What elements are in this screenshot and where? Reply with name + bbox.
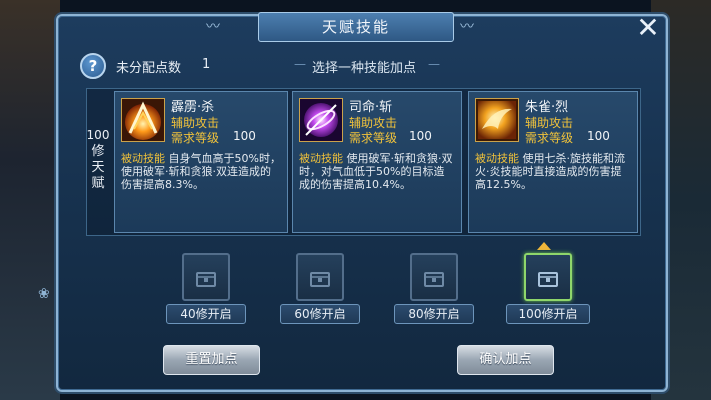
unlock-requirement-40: 40修开启 xyxy=(166,304,246,324)
points-info-row: ? 未分配点数 1 — 选择一种技能加点 — xyxy=(80,53,640,79)
unassigned-points-label: 未分配点数 xyxy=(116,61,182,76)
skill-description: 被动技能 使用破军·斩和贪狼·双时，对气血低于50%的目标造成的伤害提高10.4… xyxy=(299,152,455,191)
phoenix-icon xyxy=(475,98,519,142)
locked-slot-60[interactable] xyxy=(296,253,344,301)
lock-icon xyxy=(196,272,216,287)
title-ornament-left: 〰 xyxy=(206,19,220,35)
reset-points-button[interactable]: 重置加点 xyxy=(163,345,260,375)
skill-card-3[interactable]: 朱雀·烈 辅助攻击 需求等级 100 被动技能 使用七杀·旋技能和流火·炎技能时… xyxy=(468,91,638,233)
unlock-requirement-80: 80修开启 xyxy=(394,304,474,324)
selected-slot-arrow-icon xyxy=(537,242,551,250)
lock-icon xyxy=(538,272,558,287)
skill-req-value: 100 xyxy=(233,129,256,143)
unlock-requirement-100: 100修开启 xyxy=(506,304,590,324)
skill-card-2[interactable]: 司命·斩 辅助攻击 需求等级 100 被动技能 使用破军·斩和贪狼·双时，对气血… xyxy=(292,91,462,233)
close-button[interactable]: ✕ xyxy=(633,14,663,44)
fire-slash-icon xyxy=(121,98,165,142)
skill-req-value: 100 xyxy=(409,129,432,143)
unassigned-points-value: 1 xyxy=(202,57,211,72)
close-icon: ✕ xyxy=(636,11,660,44)
help-icon[interactable]: ? xyxy=(80,53,106,79)
hint-ornament-right: — xyxy=(428,57,440,71)
tier-number: 100 xyxy=(86,128,110,142)
tier-label: 100 修天赋 xyxy=(86,88,110,236)
title-ornament-right: 〰 xyxy=(460,19,474,35)
skill-req-label: 需求等级 xyxy=(349,131,398,145)
lock-icon xyxy=(424,272,444,287)
skill-req-value: 100 xyxy=(587,129,610,143)
skill-description: 被动技能 使用七杀·旋技能和流火·炎技能时直接造成的伤害提高12.5%。 xyxy=(475,152,631,191)
locked-slot-40[interactable] xyxy=(182,253,230,301)
panel-title: 天赋技能 xyxy=(258,12,454,42)
choose-skill-hint: 选择一种技能加点 xyxy=(312,61,417,76)
skill-name: 霹雳·杀 xyxy=(171,100,215,115)
locked-slot-80[interactable] xyxy=(410,253,458,301)
skill-req-label: 需求等级 xyxy=(525,131,574,145)
active-slot-100[interactable] xyxy=(524,253,572,301)
hint-ornament-left: — xyxy=(294,57,306,71)
purple-spiral-icon xyxy=(299,98,343,142)
skill-name: 司命·斩 xyxy=(349,100,393,115)
decorative-flower-icon: ❀ xyxy=(38,286,50,302)
skill-desc-keyword: 被动技能 xyxy=(475,152,519,165)
confirm-points-button[interactable]: 确认加点 xyxy=(457,345,554,375)
skill-req-label: 需求等级 xyxy=(171,131,220,145)
background-left xyxy=(0,0,60,400)
skill-desc-keyword: 被动技能 xyxy=(121,152,165,165)
lock-icon xyxy=(310,272,330,287)
skill-card-1[interactable]: 霹雳·杀 辅助攻击 需求等级 100 被动技能 自身气血高于50%时，使用破军·… xyxy=(114,91,288,233)
skill-name: 朱雀·烈 xyxy=(525,100,569,115)
skill-description: 被动技能 自身气血高于50%时，使用破军·斩和贪狼·双连造成的伤害提高8.3%。 xyxy=(121,152,281,191)
unlock-requirement-60: 60修开启 xyxy=(280,304,360,324)
tier-label-text: 修天赋 xyxy=(91,144,105,191)
skill-desc-keyword: 被动技能 xyxy=(299,152,343,165)
